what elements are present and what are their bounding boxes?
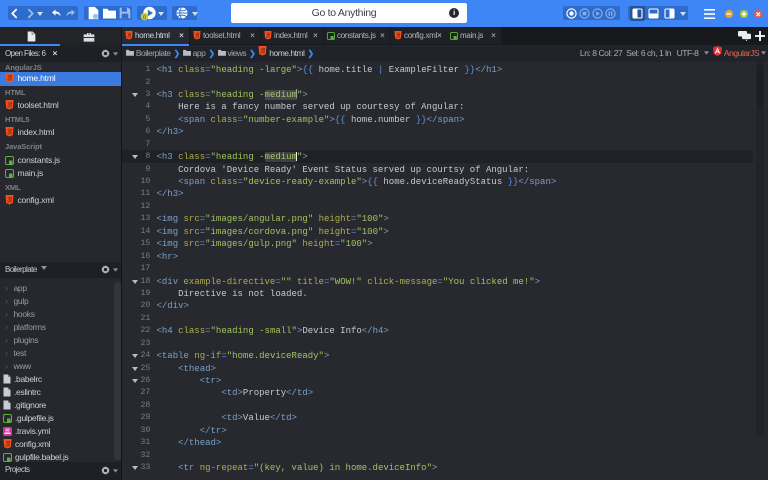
- svg-text:0: 0: [143, 15, 146, 21]
